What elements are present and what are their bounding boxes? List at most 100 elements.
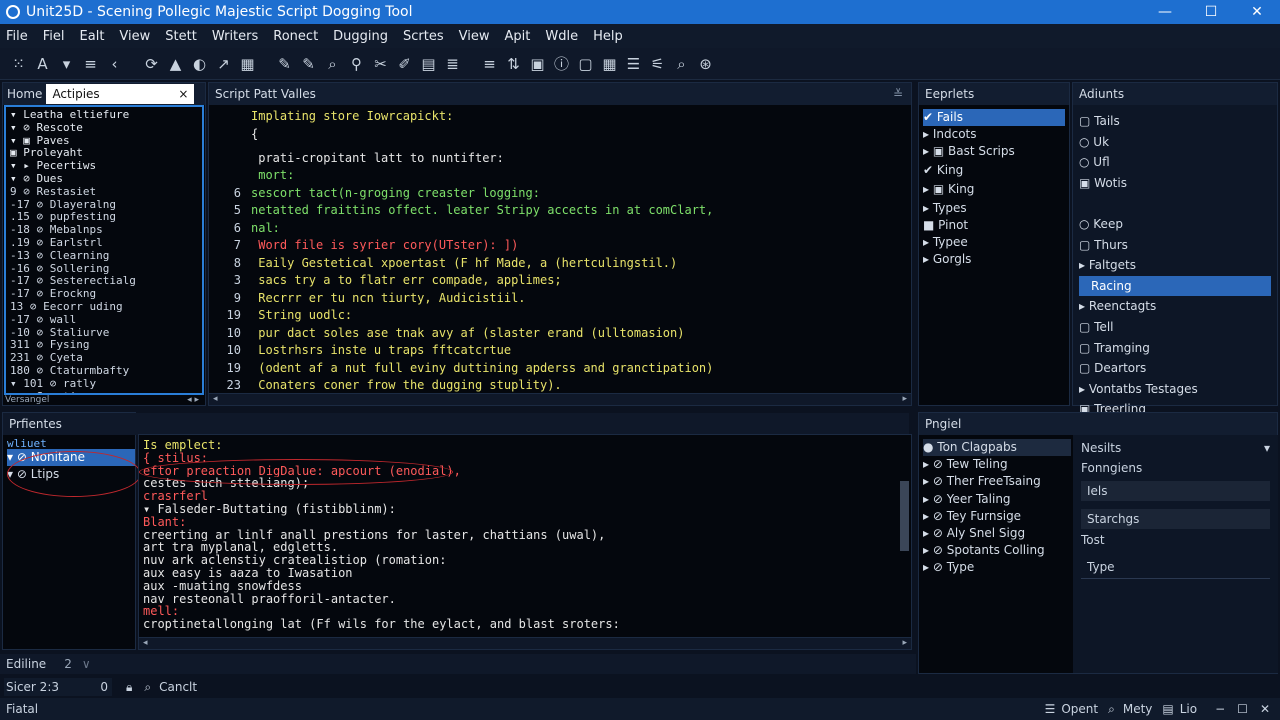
dropdown-icon[interactable]: ▾ bbox=[1264, 441, 1270, 461]
horizontal-scrollbar[interactable]: ◂ ▸ bbox=[209, 393, 911, 405]
lock-icon[interactable]: 🔒︎ bbox=[126, 680, 132, 695]
horizontal-scrollbar[interactable]: ◂ ▸ bbox=[139, 637, 911, 649]
property-item[interactable]: ▸ ⊘ Yeer Taling bbox=[923, 491, 1071, 508]
tree-item[interactable]: -13 ⊘ Clearning bbox=[10, 250, 198, 263]
tree-item[interactable]: .19 ⊘ Earlstrl bbox=[10, 237, 198, 250]
tree-item[interactable]: ▾ 101 ⊘ ratly bbox=[10, 378, 198, 391]
tree-item[interactable]: .15 ⊘ pupfesting bbox=[10, 211, 198, 224]
explorer-item[interactable]: ▸ Typee bbox=[923, 234, 1065, 251]
search-icon[interactable]: ⌕ bbox=[1108, 702, 1115, 717]
tree-item[interactable]: 9 ⊘ Restasiet bbox=[10, 186, 198, 199]
tree-item[interactable]: -18 ⊘ Mebalnps bbox=[10, 224, 198, 237]
menu-item[interactable]: View bbox=[119, 29, 150, 44]
adjust-item[interactable]: Racing bbox=[1079, 275, 1271, 297]
chevron-down-icon[interactable]: ∨ bbox=[82, 657, 91, 671]
tree-item[interactable]: ▣ Proleyaht bbox=[10, 147, 198, 160]
explorer-item[interactable]: ▸ Gorgls bbox=[923, 251, 1065, 268]
toolbar-icon[interactable]: ⟳ bbox=[141, 53, 162, 75]
tree-item[interactable]: -17 ⊘ wall bbox=[10, 314, 198, 327]
toolbar-icon[interactable]: ⌕ bbox=[671, 53, 692, 75]
panel-options-icon[interactable]: ≚ bbox=[893, 87, 903, 101]
adjust-item[interactable]: ○ Ufl bbox=[1079, 152, 1271, 173]
tree-item[interactable]: ▾ Leatha eltiefure bbox=[10, 109, 198, 122]
toolbar-icon[interactable]: A bbox=[32, 53, 53, 75]
menu-item[interactable]: Fiel bbox=[43, 29, 65, 44]
menu-item[interactable]: Stett bbox=[165, 29, 197, 44]
adjust-item[interactable]: ▢ Tramging bbox=[1079, 338, 1271, 359]
toolbar-icon[interactable]: ▤ bbox=[418, 53, 439, 75]
toolbar-icon[interactable]: ▦ bbox=[599, 53, 620, 75]
tree-item[interactable]: -16 ⊘ Sollering bbox=[10, 263, 198, 276]
toolbar-icon[interactable]: ⓘ bbox=[551, 53, 572, 75]
property-item[interactable]: ▸ ⊘ Type bbox=[923, 559, 1071, 576]
list-icon[interactable]: ▤ bbox=[1162, 702, 1173, 716]
toolbar-icon[interactable]: ↗ bbox=[213, 53, 234, 75]
tree-item[interactable]: 180 ⊘ Ctaturmbafty bbox=[10, 365, 198, 378]
tree-item[interactable]: -17 ⊘ Sesterectialg bbox=[10, 275, 198, 288]
toolbar-icon[interactable]: ◐ bbox=[189, 53, 210, 75]
search-icon[interactable]: ⌕ bbox=[144, 680, 151, 695]
adjust-item[interactable]: ▣ Wotis bbox=[1079, 173, 1271, 194]
tree-item[interactable]: -17 ⊘ Dlayeralng bbox=[10, 199, 198, 212]
menu-item[interactable]: Ronect bbox=[273, 29, 318, 44]
property-item[interactable]: ▸ ⊘ Ther FreeTsaing bbox=[923, 473, 1071, 490]
tree-item[interactable]: 231 ⊘ Cyeta bbox=[10, 352, 198, 365]
explorer-item[interactable]: ▸ Types bbox=[923, 200, 1065, 217]
toolbar-icon[interactable]: ✎ bbox=[274, 53, 295, 75]
labels-field[interactable]: Iels bbox=[1081, 481, 1270, 501]
toolbar-icon[interactable]: ⚟ bbox=[647, 53, 668, 75]
toolbar-icon[interactable]: ▣ bbox=[527, 53, 548, 75]
adjust-item[interactable] bbox=[1079, 193, 1271, 214]
explorer-item[interactable]: ■ Pinot bbox=[923, 217, 1065, 234]
toolbar-icon[interactable]: ☰ bbox=[623, 53, 644, 75]
toolbar-icon[interactable]: ▢ bbox=[575, 53, 596, 75]
toolbar-icon[interactable]: ≣ bbox=[442, 53, 463, 75]
adjust-item[interactable]: ▢ Deartors bbox=[1079, 358, 1271, 379]
search-field[interactable]: Starchgs bbox=[1081, 509, 1270, 529]
adjust-item[interactable]: ▸ Reenctagts bbox=[1079, 296, 1271, 317]
mety-button[interactable]: Mety bbox=[1123, 702, 1153, 716]
tree-item[interactable]: -10 ⊘ Staliurve bbox=[10, 327, 198, 340]
find-input[interactable]: Sicer 2:3 0 bbox=[4, 678, 112, 696]
tree-item[interactable]: ▾ ⊘ Dues bbox=[10, 173, 198, 186]
tab-home[interactable]: Home bbox=[3, 87, 46, 101]
open-button[interactable]: Opent bbox=[1061, 702, 1098, 716]
close-icon[interactable]: ✕ bbox=[1260, 702, 1270, 716]
lio-button[interactable]: Lio bbox=[1180, 702, 1197, 716]
toolbar-icon[interactable]: ‹ bbox=[104, 53, 125, 75]
explorer-item[interactable]: ✔ Fails bbox=[923, 109, 1065, 126]
script-editor[interactable]: Implating store Iowrcapickt: { prati-crop… bbox=[209, 105, 911, 393]
menu-item[interactable]: File bbox=[6, 29, 28, 44]
edit-line-value[interactable]: 2 bbox=[64, 657, 72, 671]
explorer-item[interactable]: ▸ Indcots bbox=[923, 126, 1065, 143]
menu-item[interactable]: Ealt bbox=[80, 29, 105, 44]
menu-item[interactable]: View bbox=[459, 29, 490, 44]
property-item[interactable]: ▸ ⊘ Spotants Colling bbox=[923, 542, 1071, 559]
property-item[interactable]: ▸ ⊘ Tew Teling bbox=[923, 456, 1071, 473]
adjust-item[interactable]: ○ Uk bbox=[1079, 132, 1271, 153]
adjust-item[interactable]: ▢ Tails bbox=[1079, 111, 1271, 132]
tree-item[interactable]: ▾ ⊘ Rescote bbox=[10, 122, 198, 135]
maximize-button[interactable]: ☐ bbox=[1188, 4, 1234, 20]
type-field[interactable]: Type bbox=[1081, 555, 1270, 579]
property-item[interactable]: ▸ ⊘ Aly Snel Sigg bbox=[923, 525, 1071, 542]
adjust-item[interactable]: ○ Keep bbox=[1079, 214, 1271, 235]
adjust-item[interactable]: ▢ Tell bbox=[1079, 317, 1271, 338]
menu-item[interactable]: Scrtes bbox=[403, 29, 444, 44]
menu-item[interactable]: Writers bbox=[212, 29, 258, 44]
toolbar-icon[interactable]: ⚲ bbox=[346, 53, 367, 75]
explorer-item[interactable]: ✔ King bbox=[923, 162, 1065, 181]
property-item[interactable]: ● Ton Clagpabs bbox=[923, 439, 1071, 457]
tree-item[interactable]: -17 ⊘ Erockng bbox=[10, 288, 198, 301]
tree-item[interactable]: 13 ⊘ Eecorr uding bbox=[10, 301, 198, 314]
close-button[interactable]: ✕ bbox=[1234, 4, 1280, 20]
tree-item[interactable]: ▾ ▣ Paves bbox=[10, 135, 198, 148]
tree-item[interactable]: 311 ⊘ Fysing bbox=[10, 339, 198, 352]
tab-actipies[interactable]: Actipies × bbox=[46, 84, 195, 104]
toolbar-icon[interactable]: ▾ bbox=[56, 53, 77, 75]
toolbar-icon[interactable]: ✐ bbox=[394, 53, 415, 75]
toolbar-icon[interactable]: ✂ bbox=[370, 53, 391, 75]
minimize-button[interactable]: — bbox=[1142, 4, 1188, 20]
minimize-icon[interactable]: − bbox=[1215, 702, 1225, 716]
toolbar-icon[interactable]: ⌕ bbox=[322, 53, 343, 75]
